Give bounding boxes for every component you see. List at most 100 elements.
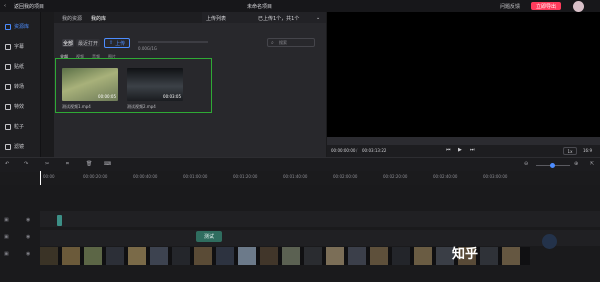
track-lane[interactable]	[40, 230, 600, 246]
back-icon[interactable]: ‹	[4, 3, 6, 9]
sidebar-item-label: 粒子	[14, 124, 25, 130]
filter-recent-button[interactable]: 最近打开	[76, 39, 100, 47]
delete-icon[interactable]: 🗑	[86, 161, 92, 167]
clip-frame	[62, 247, 80, 265]
assistant-icon[interactable]	[542, 234, 557, 249]
eye-icon[interactable]: ◉	[26, 217, 30, 223]
media-duration: 00:00:05	[98, 94, 116, 99]
eye-icon[interactable]: ◉	[26, 234, 30, 240]
title-bar: ‹ 返回我的项目 未命名项目 问题反馈 立即导出	[0, 0, 600, 12]
clip-frame	[392, 247, 410, 265]
time-separator: /	[356, 148, 358, 153]
upload-list-title: 上传列表	[206, 16, 227, 22]
keyboard-icon[interactable]: ⌨	[104, 161, 111, 167]
skip-forward-icon[interactable]: ⏭	[470, 147, 475, 153]
ruler-label: 00:01:40:00	[283, 174, 308, 179]
clip-frame	[282, 247, 300, 265]
lock-icon[interactable]: ▣	[4, 234, 9, 240]
tab-my-resources[interactable]: 我的资源	[62, 15, 82, 22]
sticker-icon	[5, 63, 11, 70]
timeline-ruler[interactable]: 00:00 00:00:20:00 00:00:40:00 00:01:00:0…	[40, 171, 600, 185]
ruler-label: 00:02:00:00	[333, 174, 358, 179]
search-icon: ⌕	[271, 40, 274, 46]
ruler-label: 00:00:20:00	[83, 174, 108, 179]
back-to-projects-link[interactable]: 返回我的项目	[14, 3, 44, 10]
transition-icon	[5, 83, 11, 90]
media-filename: 测试视频1.mp4	[62, 104, 91, 109]
track-lane[interactable]	[40, 211, 600, 227]
zoom-in-icon[interactable]: ⊕	[574, 161, 578, 167]
project-title[interactable]: 未命名项目	[247, 3, 272, 10]
preview-progress-bar[interactable]	[327, 137, 600, 145]
clip-frame	[40, 247, 58, 265]
storage-text: 0.00G/1G	[138, 46, 157, 51]
eye-icon[interactable]: ◉	[26, 251, 30, 257]
ruler-label: 00:00:40:00	[133, 174, 158, 179]
export-button[interactable]: 立即导出	[531, 2, 561, 10]
particle-icon	[5, 123, 11, 130]
sidebar-item-label: 字幕	[14, 44, 25, 50]
filter-all-button[interactable]: 全部	[62, 39, 74, 47]
ruler-label: 00:02:20:00	[383, 174, 408, 179]
media-thumbnail[interactable]: 00:03:05	[127, 68, 183, 101]
skip-back-icon[interactable]: ⏮	[446, 147, 451, 153]
search-input[interactable]: ⌕ 搜索	[267, 38, 315, 47]
tab-my-library[interactable]: 我的库	[91, 15, 106, 22]
preview-controls: 00:00:00:00 / 00:03:13:22 ⏮ ▶ ⏭ 1x 16:9	[327, 145, 600, 157]
crop-icon[interactable]: ⌗	[66, 161, 69, 167]
sidebar-item-label: 资源库	[14, 24, 30, 30]
ruler-label: 00:00	[43, 174, 55, 179]
sidebar: 资源库 字幕 贴纸 转场 特效 粒子 滤镜	[0, 12, 41, 157]
clip-frame	[326, 247, 344, 265]
clip-frame	[194, 247, 212, 265]
video-preview	[327, 12, 600, 137]
split-icon[interactable]: ✂	[45, 161, 49, 167]
fit-icon[interactable]: ⇱	[590, 161, 594, 167]
aspect-ratio-select[interactable]: 16:9	[583, 148, 592, 153]
media-duration: 00:03:05	[163, 94, 181, 99]
zoom-slider[interactable]	[536, 163, 570, 168]
clip-frame	[480, 247, 498, 265]
clip-frame	[150, 247, 168, 265]
chevron-down-icon[interactable]: ⌄	[316, 15, 320, 21]
redo-icon[interactable]: ↷	[24, 161, 28, 167]
upload-status: 已上传1个，共1个	[258, 16, 300, 22]
clip-frame	[106, 247, 124, 265]
undo-icon[interactable]: ↶	[5, 161, 9, 167]
zoom-slider-handle[interactable]	[550, 163, 555, 168]
zoom-out-icon[interactable]: ⊖	[524, 161, 528, 167]
clip-frame	[128, 247, 146, 265]
sidebar-item-particle[interactable]: 粒子	[0, 118, 40, 135]
upload-button[interactable]: ⇪ 上传	[104, 38, 130, 48]
media-filename: 测试视频2.mp4	[127, 104, 156, 109]
sidebar-item-label: 特效	[14, 104, 25, 110]
ruler-label: 00:02:40:00	[433, 174, 458, 179]
media-icon	[5, 23, 11, 30]
lock-icon[interactable]: ▣	[4, 251, 9, 257]
clip-frame	[216, 247, 234, 265]
ruler-label: 00:01:00:00	[183, 174, 208, 179]
avatar[interactable]	[573, 1, 584, 12]
timeline-tracks: ▣ ◉ ▣ ◉ ▣ ◉ 测试 知乎	[0, 185, 600, 282]
sidebar-item-media[interactable]: 资源库	[0, 18, 40, 35]
clip-frame	[172, 247, 190, 265]
speed-button[interactable]: 1x	[563, 147, 577, 155]
storage-bar	[138, 41, 208, 43]
sidebar-item-effect[interactable]: 特效	[0, 98, 40, 115]
clip-label[interactable]: 测试	[196, 231, 222, 242]
sidebar-item-sticker[interactable]: 贴纸	[0, 58, 40, 75]
upload-list-header[interactable]: 上传列表 已上传1个，共1个 ⌄	[202, 12, 326, 23]
play-icon[interactable]: ▶	[458, 147, 462, 153]
track-header-audio: ▣ ◉	[0, 232, 40, 244]
effect-icon	[5, 103, 11, 110]
total-time: 00:03:13:22	[362, 148, 387, 153]
lock-icon[interactable]: ▣	[4, 217, 9, 223]
media-thumbnail[interactable]: 00:00:05	[62, 68, 118, 101]
track-header-video: ▣ ◉	[0, 249, 40, 261]
playhead[interactable]	[40, 171, 41, 185]
sidebar-item-filter[interactable]: 滤镜	[0, 138, 40, 155]
text-clip[interactable]	[57, 215, 62, 226]
sidebar-item-transition[interactable]: 转场	[0, 78, 40, 95]
sidebar-item-text[interactable]: 字幕	[0, 38, 40, 55]
feedback-link[interactable]: 问题反馈	[500, 3, 520, 10]
